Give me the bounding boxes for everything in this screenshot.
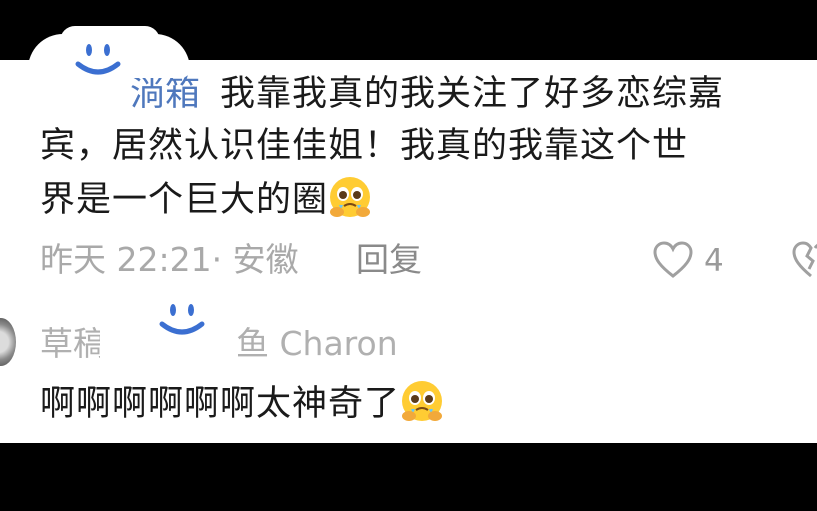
avatar[interactable] xyxy=(0,318,16,366)
smiley-doodle-icon xyxy=(75,44,121,75)
pleading-face-emoji xyxy=(402,381,443,421)
reply-comment-text: 啊啊啊啊啊啊太神奇了 xyxy=(40,384,401,424)
comment-timestamp-location: 昨天 22:21· 安徽 xyxy=(40,240,299,279)
comment-text-line-1: 我靠我真的我关注了好多恋综嘉 xyxy=(220,74,725,114)
reply-button[interactable]: 回复 xyxy=(356,238,422,282)
screenshot-frame: 淌箱 我靠我真的我关注了好多恋综嘉 宾，居然认识佳佳姐！我真的我靠这个世 界是一… xyxy=(0,0,817,511)
like-count: 4 xyxy=(704,243,724,279)
comment-text-line-3: 界是一个巨大的圈 xyxy=(40,180,329,220)
reply-username-prefix[interactable]: 草稿 xyxy=(40,322,106,366)
comment-text-line-2: 宾，居然认识佳佳姐！我真的我靠这个世 xyxy=(40,126,689,166)
comment-panel: 淌箱 我靠我真的我关注了好多恋综嘉 宾，居然认识佳佳姐！我真的我靠这个世 界是一… xyxy=(0,60,817,443)
smiley-doodle-icon xyxy=(159,304,205,335)
pleading-face-emoji xyxy=(330,177,371,217)
dislike-broken-heart-icon[interactable] xyxy=(792,241,817,279)
like-heart-icon[interactable] xyxy=(652,241,694,279)
comment-text-line-3-row: 界是一个巨大的圈 xyxy=(40,174,372,226)
reply-comment-row: 啊啊啊啊啊啊太神奇了 xyxy=(40,378,444,430)
reply-username-suffix[interactable]: 鱼 Charon xyxy=(236,322,398,366)
